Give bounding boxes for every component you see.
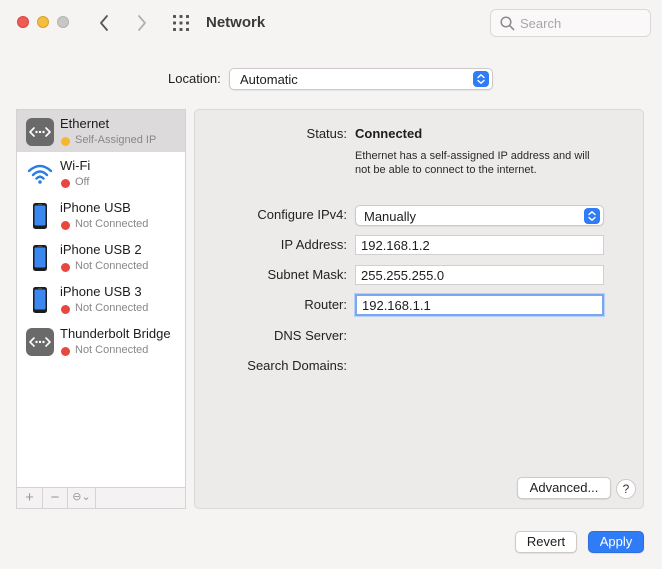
ip-address-label: IP Address:	[280, 237, 347, 252]
service-name: iPhone USB 2	[60, 242, 142, 257]
apply-button[interactable]: Apply	[588, 531, 644, 553]
dns-server-label: DNS Server:	[274, 328, 347, 343]
chevron-right-icon	[138, 15, 146, 31]
search-input[interactable]	[520, 14, 645, 32]
iphone-icon	[33, 287, 47, 313]
location-stepper	[473, 71, 489, 87]
chevron-left-icon	[100, 15, 108, 31]
sidebar-toolbar: + − ⊖⌄	[17, 487, 185, 508]
service-name: Thunderbolt Bridge	[60, 326, 171, 341]
zoom-window-button[interactable]	[57, 16, 69, 28]
add-service-button[interactable]: +	[17, 488, 43, 508]
status-dot	[61, 221, 70, 230]
status-value: Connected	[355, 126, 423, 141]
service-item-iphone-usb-3[interactable]: iPhone USB 3 Not Connected	[17, 278, 185, 320]
show-all-button[interactable]	[172, 14, 190, 32]
wifi-icon	[26, 160, 54, 188]
iphone-icon	[33, 245, 47, 271]
location-label: Location:	[168, 71, 221, 86]
service-status: Not Connected	[75, 218, 149, 230]
service-item-thunderbolt-bridge[interactable]: Thunderbolt Bridge Not Connected	[17, 320, 185, 362]
details-panel: Status: Connected Ethernet has a self-as…	[194, 109, 644, 509]
service-name: Ethernet	[60, 116, 110, 131]
forward-button[interactable]	[131, 12, 151, 34]
status-label: Status:	[306, 126, 347, 141]
updown-chevron-icon	[588, 211, 596, 221]
window-title: Network	[206, 14, 266, 31]
service-status: Not Connected	[75, 344, 149, 356]
service-item-iphone-usb[interactable]: iPhone USB Not Connected	[17, 194, 185, 236]
updown-chevron-icon	[477, 74, 485, 84]
ip-address-field[interactable]	[355, 235, 604, 255]
thunderbolt-bridge-icon	[26, 328, 54, 356]
subnet-mask-label: Subnet Mask:	[267, 267, 348, 282]
grid-icon	[173, 15, 189, 31]
service-list: Ethernet Self-Assigned IP Wi-Fi Off iPho…	[16, 109, 186, 509]
help-button[interactable]: ?	[616, 479, 636, 499]
configure-ipv4-value: Manually	[364, 209, 417, 224]
service-status: Not Connected	[75, 260, 149, 272]
router-field[interactable]	[355, 294, 604, 316]
service-status: Off	[75, 176, 90, 188]
title-bar: Network	[0, 0, 662, 46]
service-item-ethernet[interactable]: Ethernet Self-Assigned IP	[17, 110, 185, 152]
revert-button[interactable]: Revert	[515, 531, 577, 553]
minimize-window-button[interactable]	[37, 16, 49, 28]
status-dot	[61, 305, 70, 314]
service-name: iPhone USB	[60, 200, 131, 215]
status-dot	[61, 137, 70, 146]
close-window-button[interactable]	[17, 16, 29, 28]
service-name: Wi-Fi	[60, 158, 91, 173]
action-menu-button[interactable]: ⊖⌄	[68, 488, 96, 508]
configure-ipv4-select[interactable]: Manually	[355, 205, 604, 226]
service-item-iphone-usb-2[interactable]: iPhone USB 2 Not Connected	[17, 236, 185, 278]
location-select[interactable]: Automatic	[229, 68, 493, 90]
subnet-mask-field[interactable]	[355, 265, 604, 285]
iphone-icon	[33, 203, 47, 229]
advanced-button[interactable]: Advanced...	[517, 477, 611, 499]
router-label: Router:	[304, 297, 347, 312]
search-box[interactable]	[490, 9, 651, 37]
status-dot	[61, 179, 70, 188]
configure-ipv4-stepper	[584, 208, 600, 224]
status-description: Ethernet has a self-assigned IP address …	[355, 150, 590, 176]
service-status: Not Connected	[75, 302, 149, 314]
search-domains-label: Search Domains:	[247, 358, 347, 373]
service-status: Self-Assigned IP	[75, 134, 157, 146]
service-item-wifi[interactable]: Wi-Fi Off	[17, 152, 185, 194]
back-button[interactable]	[95, 12, 115, 34]
ethernet-icon	[26, 118, 54, 146]
service-name: iPhone USB 3	[60, 284, 142, 299]
status-dot	[61, 347, 70, 356]
remove-service-button[interactable]: −	[43, 488, 68, 508]
location-value: Automatic	[240, 72, 298, 87]
configure-ipv4-label: Configure IPv4:	[257, 207, 347, 222]
search-icon	[500, 16, 515, 31]
status-dot	[61, 263, 70, 272]
